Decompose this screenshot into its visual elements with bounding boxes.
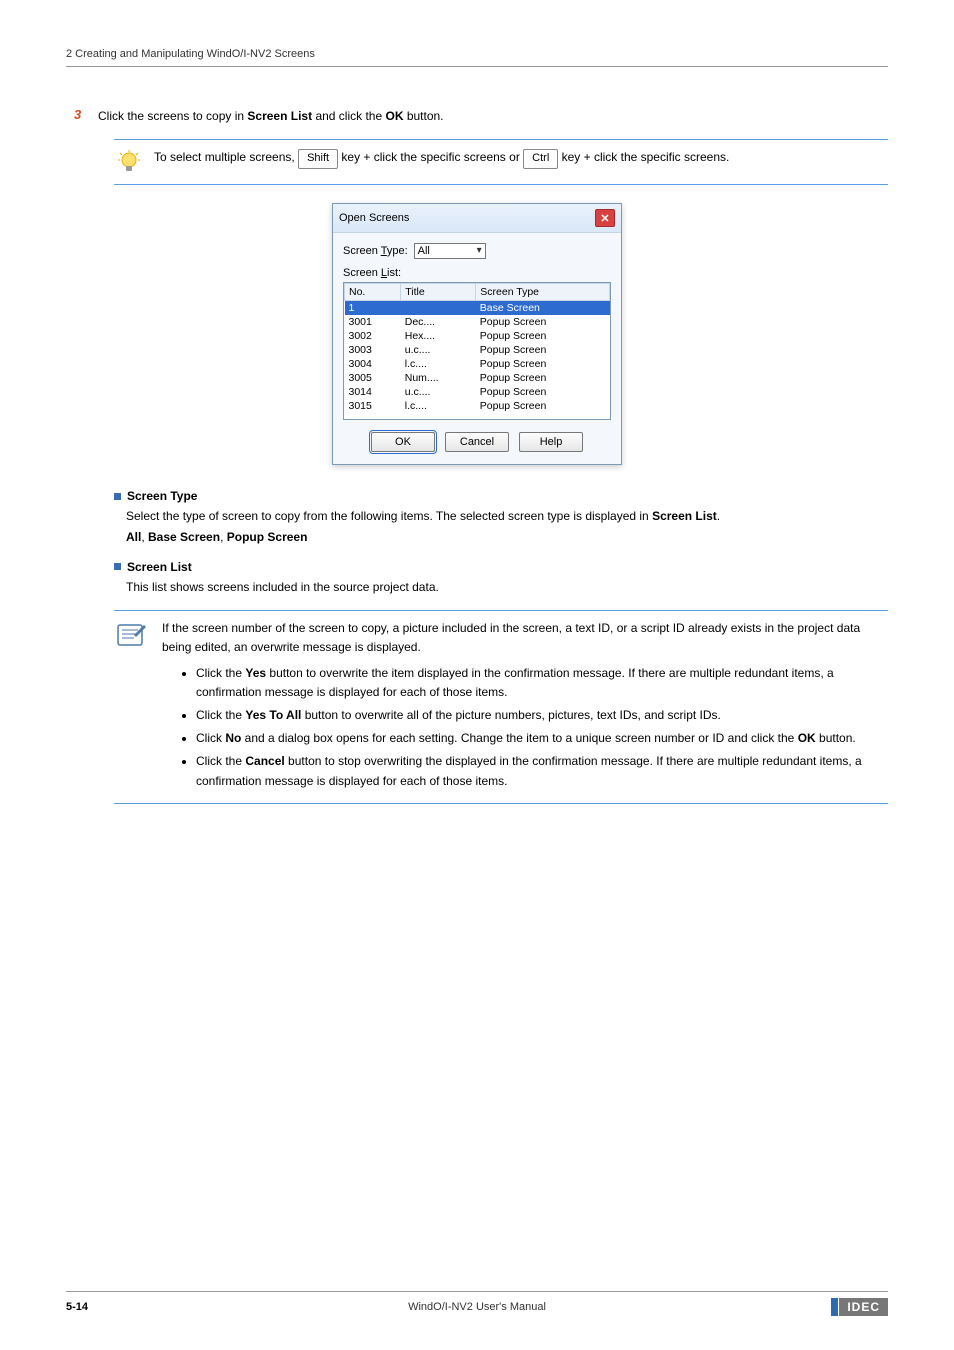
- step-text-part: and click the: [312, 109, 385, 123]
- step-text-bold: Screen List: [247, 109, 312, 123]
- cell-title: l.c....: [401, 357, 476, 371]
- table-row[interactable]: 3003u.c....Popup Screen: [345, 343, 610, 357]
- step-text: Click the screens to copy in Screen List…: [98, 107, 888, 125]
- cell-type: Popup Screen: [476, 315, 610, 329]
- note-intro: If the screen number of the screen to co…: [162, 619, 888, 657]
- cell-no: 3014: [345, 385, 401, 399]
- table-row[interactable]: 3004l.c....Popup Screen: [345, 357, 610, 371]
- note-bullets: Click the Yes button to overwrite the it…: [196, 664, 888, 791]
- desc-bold: Screen List: [652, 509, 717, 523]
- cell-no: 1: [345, 301, 401, 316]
- shift-key: Shift: [298, 149, 338, 169]
- cell-title: l.c....: [401, 399, 476, 413]
- cell-type: Popup Screen: [476, 399, 610, 413]
- option: All: [126, 530, 141, 544]
- table-row[interactable]: 3001Dec....Popup Screen: [345, 315, 610, 329]
- step-row: 3 Click the screens to copy in Screen Li…: [74, 107, 888, 125]
- cell-no: 3015: [345, 399, 401, 413]
- dialog-title: Open Screens: [339, 212, 409, 224]
- cell-title: Hex....: [401, 329, 476, 343]
- cell-type: Base Screen: [476, 301, 610, 316]
- cell-title: u.c....: [401, 385, 476, 399]
- col-no[interactable]: No.: [345, 284, 401, 301]
- ctrl-key: Ctrl: [523, 149, 558, 169]
- tip-block: To select multiple screens, Shift key + …: [114, 139, 888, 185]
- square-bullet-icon: [114, 563, 121, 570]
- screen-list-label: Screen List:: [343, 267, 611, 279]
- cell-title: [401, 301, 476, 316]
- tip-text-part: To select multiple screens,: [154, 150, 298, 164]
- step-text-part: button.: [403, 109, 443, 123]
- cell-no: 3005: [345, 371, 401, 385]
- screen-type-options: All, Base Screen, Popup Screen: [126, 530, 888, 544]
- tip-text-part: key + click the specific screens.: [558, 150, 729, 164]
- manual-title: WindO/I-NV2 User's Manual: [66, 1301, 888, 1313]
- cell-no: 3003: [345, 343, 401, 357]
- cell-no: 3001: [345, 315, 401, 329]
- ok-button[interactable]: OK: [371, 432, 435, 452]
- list-item: Click the Yes To All button to overwrite…: [196, 706, 888, 725]
- cell-type: Popup Screen: [476, 357, 610, 371]
- step-number: 3: [74, 107, 88, 125]
- table-row[interactable]: 3005Num....Popup Screen: [345, 371, 610, 385]
- table-row[interactable]: 3002Hex....Popup Screen: [345, 329, 610, 343]
- cell-title: Num....: [401, 371, 476, 385]
- option: Base Screen: [148, 530, 220, 544]
- square-bullet-icon: [114, 493, 121, 500]
- cell-type: Popup Screen: [476, 385, 610, 399]
- cell-type: Popup Screen: [476, 329, 610, 343]
- cell-no: 3002: [345, 329, 401, 343]
- step-text-part: Click the screens to copy in: [98, 109, 247, 123]
- note-body: If the screen number of the screen to co…: [162, 619, 888, 795]
- screen-type-desc: Select the type of screen to copy from t…: [126, 507, 888, 526]
- list-item: Click No and a dialog box opens for each…: [196, 729, 888, 748]
- tip-text-part: key + click the specific screens or: [338, 150, 523, 164]
- cell-no: 3004: [345, 357, 401, 371]
- screen-list-desc: This list shows screens included in the …: [126, 578, 888, 597]
- lightbulb-icon: [114, 148, 144, 176]
- option: Popup Screen: [227, 530, 308, 544]
- cell-type: Popup Screen: [476, 343, 610, 357]
- list-item: Click the Cancel button to stop overwrit…: [196, 752, 888, 790]
- desc-part: .: [717, 509, 720, 523]
- col-title[interactable]: Title: [401, 284, 476, 301]
- table-row[interactable]: 3014u.c....Popup Screen: [345, 385, 610, 399]
- note-icon: [114, 619, 150, 795]
- cell-title: u.c....: [401, 343, 476, 357]
- heading-text: Screen Type: [127, 489, 197, 503]
- screen-type-label: Screen Type:: [343, 245, 408, 257]
- cancel-button[interactable]: Cancel: [445, 432, 509, 452]
- close-icon[interactable]: ✕: [595, 209, 615, 227]
- table-row[interactable]: 1 Base Screen: [345, 301, 610, 316]
- heading-text: Screen List: [127, 560, 192, 574]
- dialog-titlebar: Open Screens ✕: [333, 204, 621, 233]
- cell-type: Popup Screen: [476, 371, 610, 385]
- open-screens-dialog: Open Screens ✕ Screen Type: All Screen L…: [332, 203, 622, 465]
- desc-part: Select the type of screen to copy from t…: [126, 509, 652, 523]
- col-type[interactable]: Screen Type: [476, 284, 610, 301]
- tip-text: To select multiple screens, Shift key + …: [154, 148, 888, 176]
- screen-list[interactable]: No. Title Screen Type 1Base Screen3001De…: [343, 282, 611, 420]
- step-text-bold: OK: [385, 109, 403, 123]
- help-button[interactable]: Help: [519, 432, 583, 452]
- table-row[interactable]: 3015l.c....Popup Screen: [345, 399, 610, 413]
- screen-list-heading: Screen List: [114, 560, 888, 574]
- page-footer: 5-14 WindO/I-NV2 User's Manual IDEC: [66, 1291, 888, 1316]
- page-header: 2 Creating and Manipulating WindO/I-NV2 …: [66, 48, 888, 67]
- note-block: If the screen number of the screen to co…: [114, 610, 888, 804]
- cell-title: Dec....: [401, 315, 476, 329]
- list-item: Click the Yes button to overwrite the it…: [196, 664, 888, 702]
- screen-type-heading: Screen Type: [114, 489, 888, 503]
- screen-type-select[interactable]: All: [414, 243, 486, 259]
